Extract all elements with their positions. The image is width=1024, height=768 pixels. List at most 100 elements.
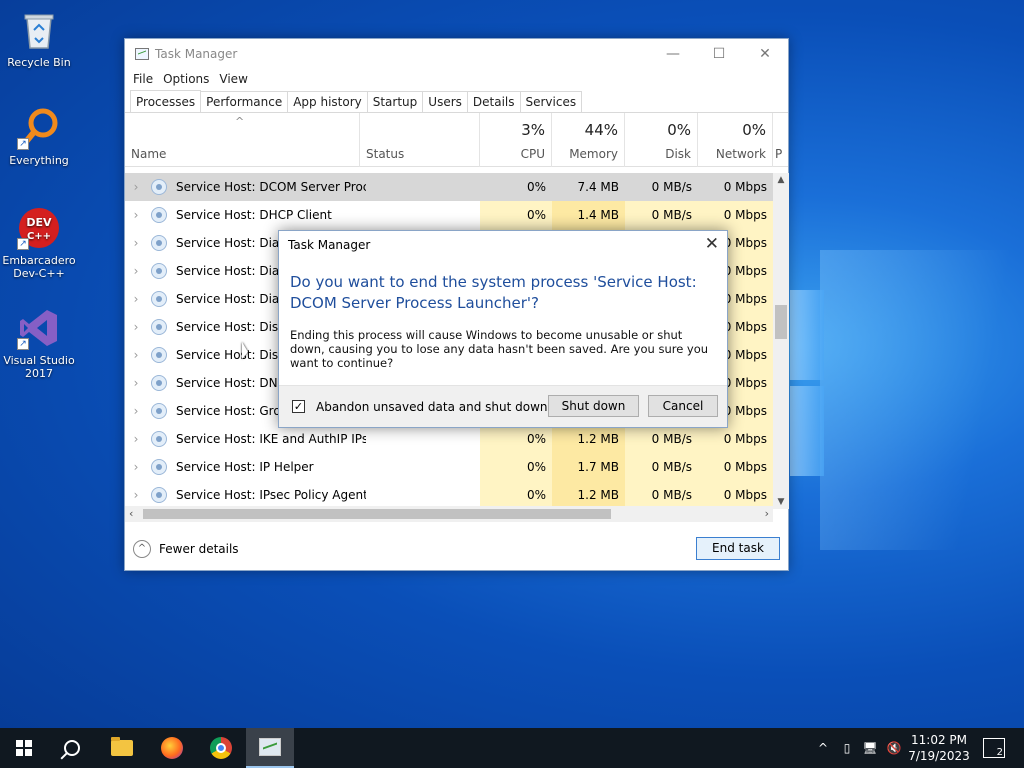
visual-studio-icon: ↗ [17,306,61,350]
tab-app-history[interactable]: App history [287,91,368,112]
window-title: Task Manager [155,47,238,61]
tab-services[interactable]: Services [519,91,583,112]
tab-details[interactable]: Details [466,91,521,112]
scroll-up-icon[interactable]: ▲ [773,175,789,185]
start-button[interactable] [0,728,48,768]
task-manager-app-icon [135,48,149,60]
table-row[interactable]: › Service Host: IP Helper 0% 1.7 MB 0 MB/s 0 … [125,453,773,481]
fewer-details-link[interactable]: Fewer details [159,542,239,556]
expand-chevron-icon[interactable]: › [125,236,147,250]
shut-down-button[interactable]: Shut down [548,395,639,417]
column-header-cpu[interactable]: 3% CPU [480,113,552,167]
desktop-icon-label: Visual Studio 2017 [3,354,75,380]
service-gear-icon [151,431,167,447]
tab-startup[interactable]: Startup [366,91,424,112]
tab-performance[interactable]: Performance [200,91,289,112]
scroll-left-icon[interactable]: ‹ [129,507,133,520]
column-header-status[interactable]: Status [360,113,480,167]
table-row[interactable]: › Service Host: DCOM Server Proc... 0% 7.4 … [125,173,773,201]
table-row[interactable]: › Service Host: DHCP Client 0% 1.4 MB 0 MB/s… [125,201,773,229]
disk-cell: 0 MB/s [625,425,698,453]
tray-tablet-icon[interactable]: ▯ [838,728,856,768]
firefox-icon [161,737,183,759]
column-header-network[interactable]: 0% Network [698,113,773,167]
svg-text:C++: C++ [27,231,51,242]
taskbar-firefox[interactable] [148,728,196,768]
expand-chevron-icon[interactable]: › [125,180,147,194]
network-icon[interactable]: 🖥 [860,728,880,768]
table-row[interactable]: › Service Host: IPsec Policy Agent 0% 1.2 M… [125,481,773,509]
expand-chevron-icon[interactable]: › [125,488,147,502]
service-gear-icon [151,207,167,223]
volume-muted-icon[interactable]: 🔇 [884,728,904,768]
minimize-button[interactable]: — [650,39,696,69]
process-name: Service Host: IP Helper [176,460,314,474]
horizontal-scroll-thumb[interactable] [143,509,611,519]
desktop-icon-recycle-bin[interactable]: Recycle Bin [2,8,76,69]
cancel-button[interactable]: Cancel [648,395,718,417]
expand-chevron-icon[interactable]: › [125,348,147,362]
title-bar[interactable]: Task Manager — ☐ ✕ [125,39,788,69]
system-clock[interactable]: 11:02 PM 7/19/2023 [905,732,973,764]
notification-center-icon[interactable]: 2 [983,738,1005,758]
tab-processes[interactable]: Processes [130,90,202,112]
abandon-data-checkbox[interactable]: ✓ [292,400,305,413]
disk-cell: 0 MB/s [625,173,698,201]
scroll-right-icon[interactable]: › [765,507,769,520]
shortcut-arrow-icon: ↗ [17,138,29,150]
tab-users[interactable]: Users [422,91,468,112]
tab-bar: Processes Performance App history Startu… [125,90,788,113]
close-button[interactable]: ✕ [742,39,788,69]
expand-chevron-icon[interactable]: › [125,376,147,390]
end-task-button[interactable]: End task [696,537,780,560]
maximize-button[interactable]: ☐ [696,39,742,69]
column-header-name[interactable]: ^ Name [125,113,360,167]
column-header-power[interactable]: P [773,113,789,167]
network-cell: 0 Mbps [698,453,773,481]
taskbar-file-explorer[interactable] [98,728,146,768]
taskbar-task-manager[interactable] [246,728,294,768]
memory-cell: 1.2 MB [552,481,625,509]
column-header-disk[interactable]: 0% Disk [625,113,698,167]
dialog-heading: Do you want to end the system process 'S… [290,273,697,312]
chrome-icon [210,737,232,759]
memory-cell: 1.7 MB [552,453,625,481]
expand-chevron-icon[interactable]: › [125,264,147,278]
shortcut-arrow-icon: ↗ [17,338,29,350]
search-button[interactable] [48,728,96,768]
expand-chevron-icon[interactable]: › [125,208,147,222]
abandon-data-label[interactable]: Abandon unsaved data and shut down. [316,400,551,414]
menu-view[interactable]: View [218,72,256,86]
service-gear-icon [151,403,167,419]
vertical-scrollbar[interactable]: ▲ ▼ [773,173,789,509]
dialog-close-icon[interactable]: ✕ [705,234,719,254]
cpu-cell: 0% [480,453,552,481]
service-gear-icon [151,235,167,251]
service-gear-icon [151,179,167,195]
column-header-memory[interactable]: 44% Memory [552,113,625,167]
desktop-icon-visual-studio[interactable]: ↗ Visual Studio 2017 [2,306,76,380]
dialog-title: Task Manager [288,238,371,252]
window-footer: ^ Fewer details End task [125,527,788,571]
table-row[interactable]: › Service Host: IKE and AuthIP IPs... 0% 1.… [125,425,773,453]
chevron-up-icon[interactable]: ^ [133,540,151,558]
expand-chevron-icon[interactable]: › [125,292,147,306]
menu-options[interactable]: Options [162,72,218,86]
menu-bar: File Options View [125,69,788,89]
expand-chevron-icon[interactable]: › [125,460,147,474]
tray-overflow-chevron-icon[interactable]: ^ [814,728,832,768]
expand-chevron-icon[interactable]: › [125,432,147,446]
desktop-icon-everything[interactable]: ↗ Everything [2,106,76,167]
taskbar-chrome[interactable] [197,728,245,768]
horizontal-scrollbar[interactable]: ‹ › [125,506,773,522]
menu-file[interactable]: File [132,72,162,86]
scroll-down-icon[interactable]: ▼ [773,497,789,507]
memory-cell: 7.4 MB [552,173,625,201]
memory-cell: 1.4 MB [552,201,625,229]
expand-chevron-icon[interactable]: › [125,404,147,418]
vertical-scroll-thumb[interactable] [775,305,787,339]
cpu-cell: 0% [480,173,552,201]
desktop-icon-devcpp[interactable]: DEV C++ ↗ Embarcadero Dev-C++ [2,206,76,280]
expand-chevron-icon[interactable]: › [125,320,147,334]
network-cell: 0 Mbps [698,201,773,229]
